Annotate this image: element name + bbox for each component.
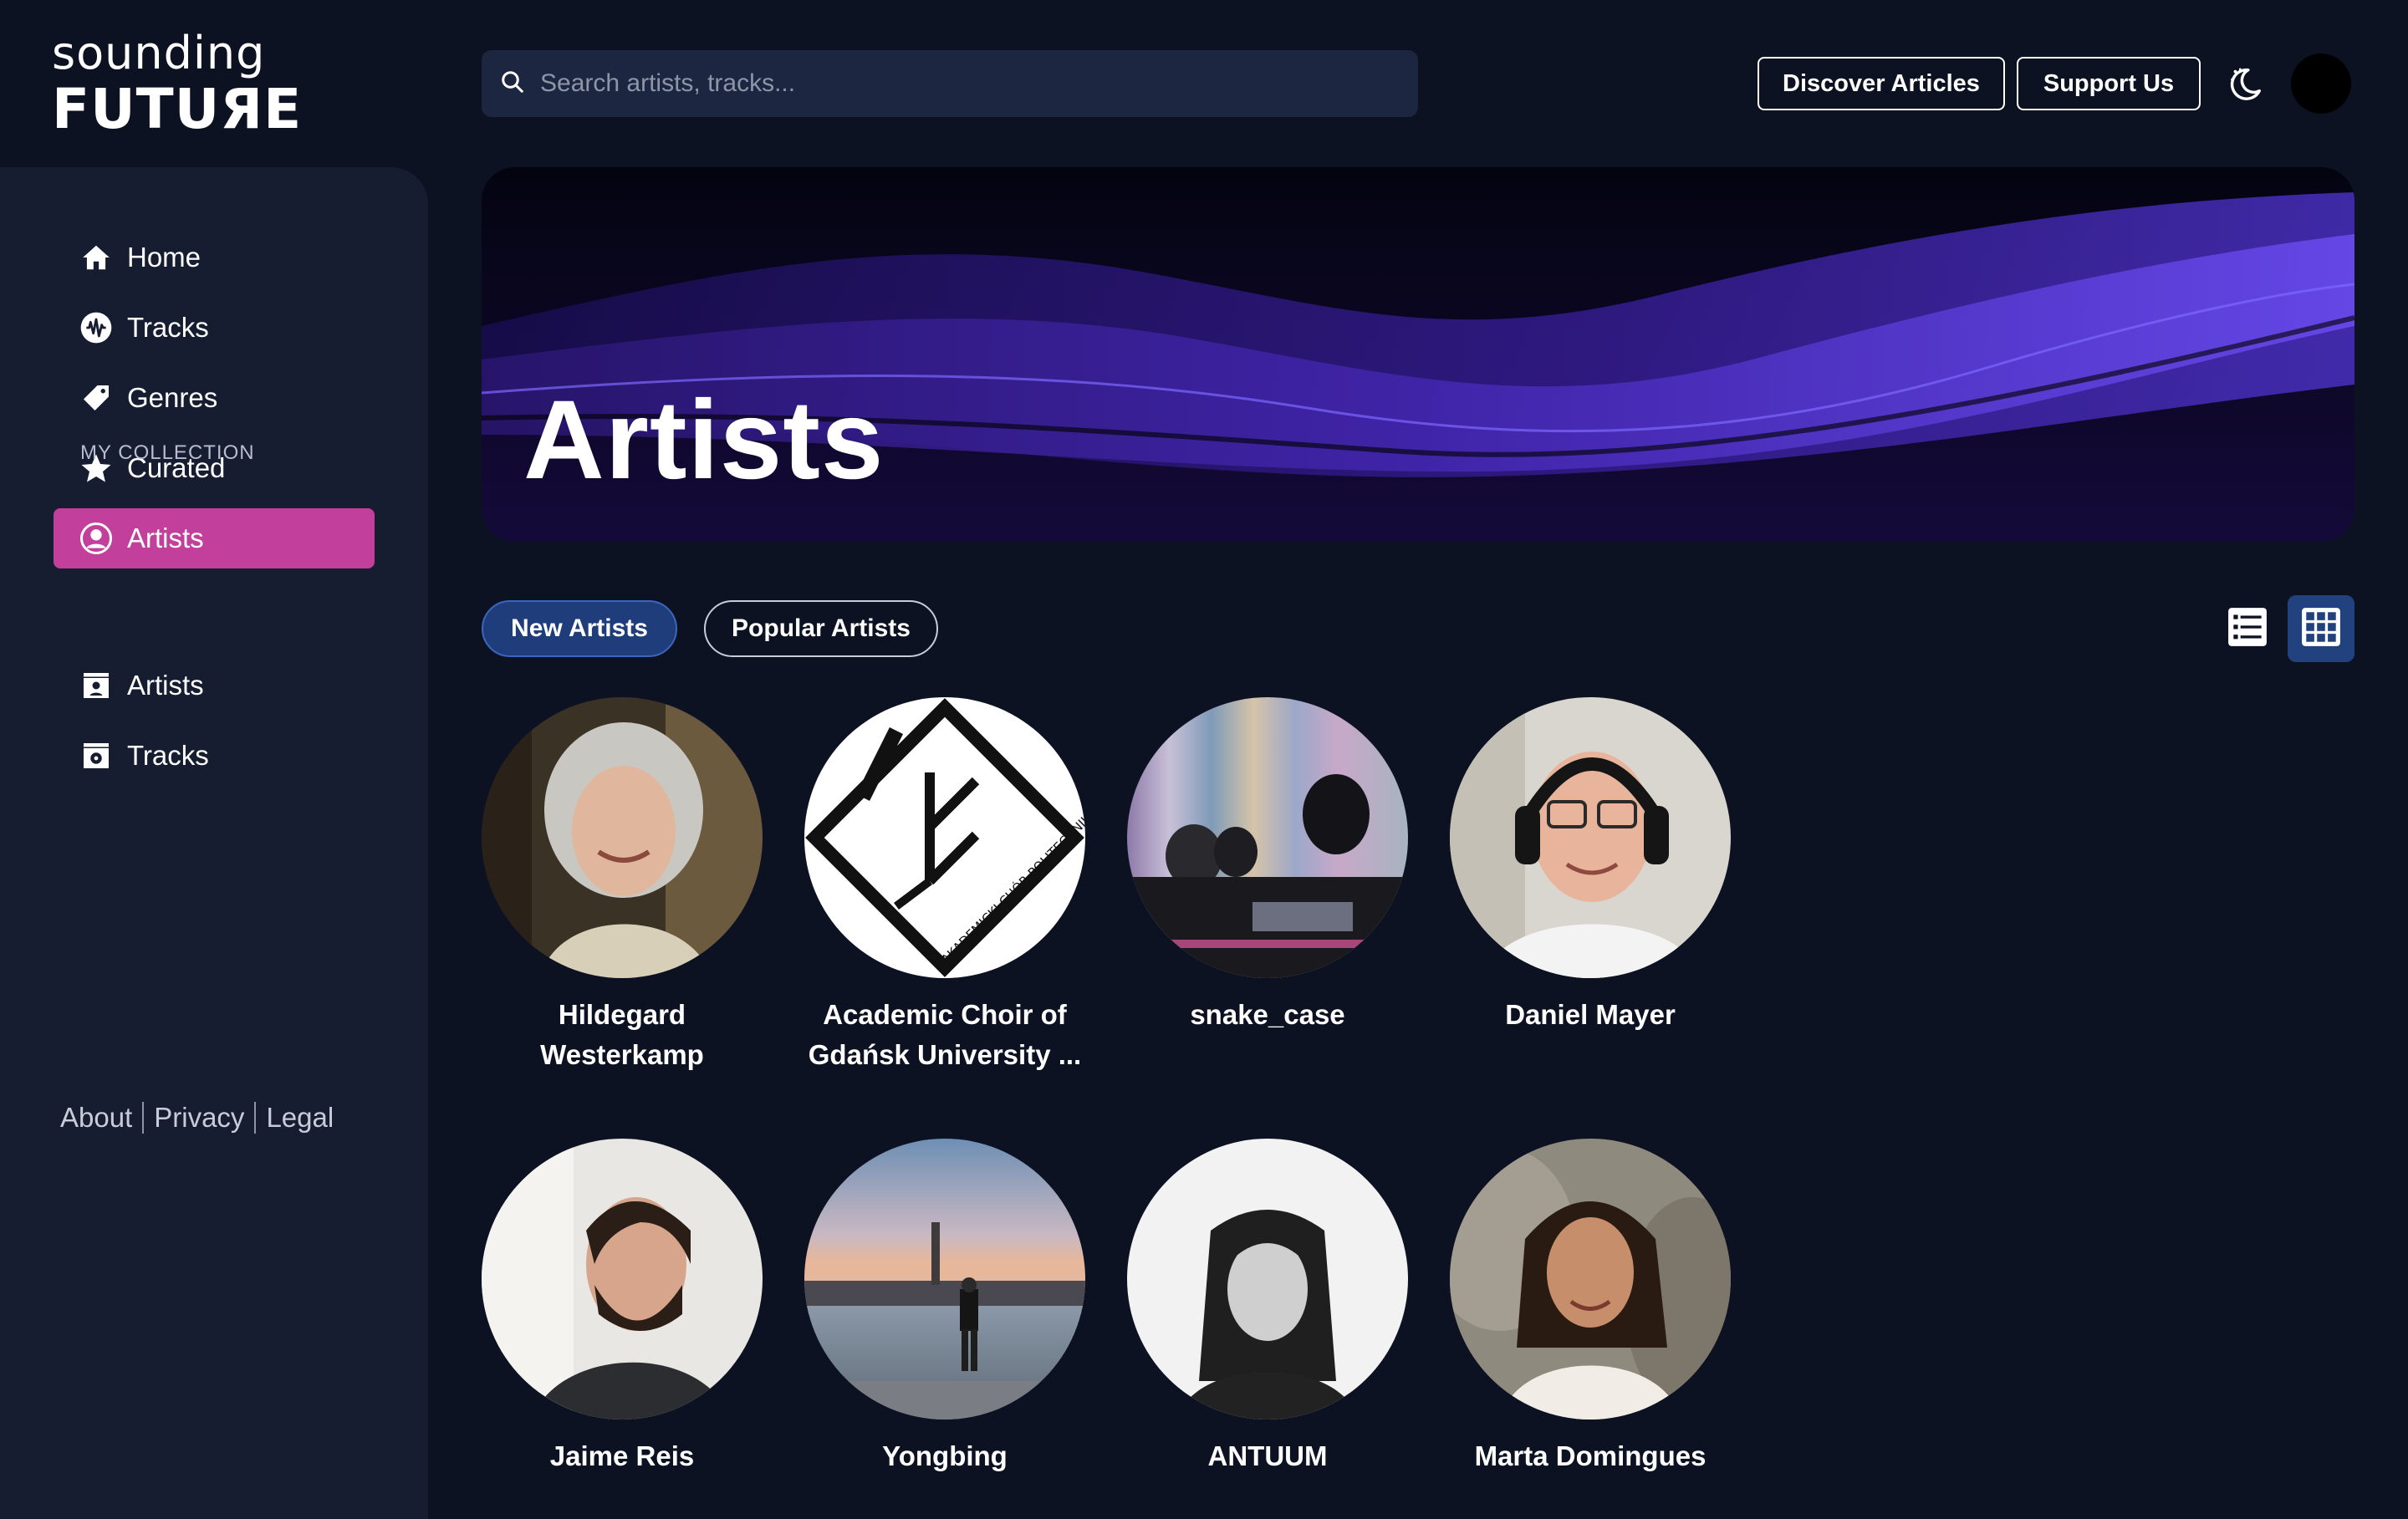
support-us-button[interactable]: Support Us <box>2017 57 2201 110</box>
sidebar-item-artists[interactable]: Artists <box>54 508 375 568</box>
artist-card[interactable]: ANTUUM <box>1127 1139 1408 1476</box>
sidebar-item-label: Home <box>127 242 202 273</box>
artist-name[interactable]: Daniel Mayer <box>1450 995 1731 1035</box>
artist-name-line: Jaime Reis <box>549 1440 695 1471</box>
artist-name[interactable]: ANTUUM <box>1127 1436 1408 1476</box>
artist-name[interactable]: snake_case <box>1127 995 1408 1035</box>
new-artists-filter[interactable]: New Artists <box>482 600 677 657</box>
artist-card[interactable]: AKADEMICKI CHÓR POLITECHNIKI GDAŃSKIEJ A… <box>804 697 1085 1075</box>
user-avatar[interactable] <box>2291 54 2351 114</box>
sidebar-item-tracks[interactable]: Tracks <box>54 298 375 358</box>
artist-name[interactable]: Jaime Reis <box>482 1436 763 1476</box>
app-root: sounding FUTUЯE Discover Articles Suppor… <box>0 0 2408 1519</box>
artist-name-line: ANTUUM <box>1207 1440 1328 1471</box>
list-view-button[interactable] <box>2214 595 2281 662</box>
tag-icon <box>79 380 114 415</box>
music-box-icon <box>79 738 114 773</box>
artist-photo[interactable] <box>482 1139 763 1420</box>
artist-box-icon <box>79 668 114 703</box>
artist-name-line: Westerkamp <box>540 1039 704 1070</box>
artist-card[interactable]: snake_case <box>1127 697 1408 1035</box>
artist-card[interactable]: Yongbing <box>804 1139 1085 1476</box>
about-link[interactable]: About <box>60 1102 132 1134</box>
sidebar-item-label: Artists <box>127 522 204 553</box>
artist-photo[interactable] <box>1127 1139 1408 1420</box>
grid-view-button[interactable] <box>2288 595 2354 662</box>
artist-name[interactable]: Hildegard Westerkamp <box>482 995 763 1075</box>
sidebar-item-collection-tracks[interactable]: Tracks <box>54 726 375 786</box>
sidebar-item-label: Tracks <box>127 312 209 343</box>
page-title: Artists <box>523 378 885 502</box>
discover-articles-button[interactable]: Discover Articles <box>1758 57 2005 110</box>
artist-photo[interactable] <box>1450 1139 1731 1420</box>
artist-name-line: Daniel Mayer <box>1505 999 1676 1030</box>
footer-links: About Privacy Legal <box>60 1102 334 1134</box>
artist-name-line: Hildegard <box>558 999 686 1030</box>
sidebar-item-genres[interactable]: Genres <box>54 368 375 428</box>
artist-name[interactable]: Marta Domingues <box>1450 1436 1731 1476</box>
grid-icon <box>2300 606 2342 652</box>
artist-photo[interactable]: AKADEMICKI CHÓR POLITECHNIKI GDAŃSKIEJ <box>804 697 1085 978</box>
logo-line-1: sounding <box>52 27 266 79</box>
home-icon <box>79 240 114 275</box>
sidebar-item-label: Genres <box>127 382 218 413</box>
artist-photo[interactable] <box>482 697 763 978</box>
sidebar-item-label: Tracks <box>127 740 209 771</box>
artist-photo[interactable] <box>804 1139 1085 1420</box>
page-banner: Artists <box>482 167 2354 542</box>
footer-divider <box>254 1102 257 1134</box>
artist-card[interactable]: Hildegard Westerkamp <box>482 697 763 1075</box>
artist-card[interactable]: Jaime Reis <box>482 1139 763 1476</box>
artist-name-line: Gdańsk University ... <box>808 1039 1082 1070</box>
popular-artists-filter[interactable]: Popular Artists <box>704 600 938 657</box>
legal-link[interactable]: Legal <box>266 1102 334 1134</box>
artist-card[interactable]: Marta Domingues <box>1450 1139 1731 1476</box>
user-circle-icon <box>79 521 114 556</box>
list-icon <box>2227 606 2268 652</box>
artist-photo[interactable] <box>1450 697 1731 978</box>
waveform-icon <box>79 310 114 345</box>
search-bar[interactable] <box>482 50 1418 117</box>
artist-name-line: Academic Choir of <box>823 999 1067 1030</box>
search-icon <box>500 69 525 99</box>
theme-toggle-moon-icon[interactable] <box>2226 65 2264 104</box>
sidebar-item-label: Artists <box>127 670 204 701</box>
artist-name[interactable]: Academic Choir of Gdańsk University ... <box>804 995 1085 1075</box>
sidebar-item-home[interactable]: Home <box>54 227 375 288</box>
artist-photo[interactable] <box>1127 697 1408 978</box>
logo[interactable]: sounding FUTUЯE <box>52 27 303 141</box>
artist-name[interactable]: Yongbing <box>804 1436 1085 1476</box>
artist-name-line: Marta Domingues <box>1474 1440 1707 1471</box>
my-collection-heading: MY COLLECTION <box>80 441 255 464</box>
sidebar-item-collection-artists[interactable]: Artists <box>54 655 375 716</box>
search-input[interactable] <box>540 69 1376 98</box>
artist-name-line: snake_case <box>1190 999 1345 1030</box>
logo-line-2: FUTUЯE <box>52 77 303 141</box>
artist-name-line: Yongbing <box>882 1440 1008 1471</box>
artist-card[interactable]: Daniel Mayer <box>1450 697 1731 1035</box>
footer-divider <box>142 1102 145 1134</box>
privacy-link[interactable]: Privacy <box>154 1102 244 1134</box>
